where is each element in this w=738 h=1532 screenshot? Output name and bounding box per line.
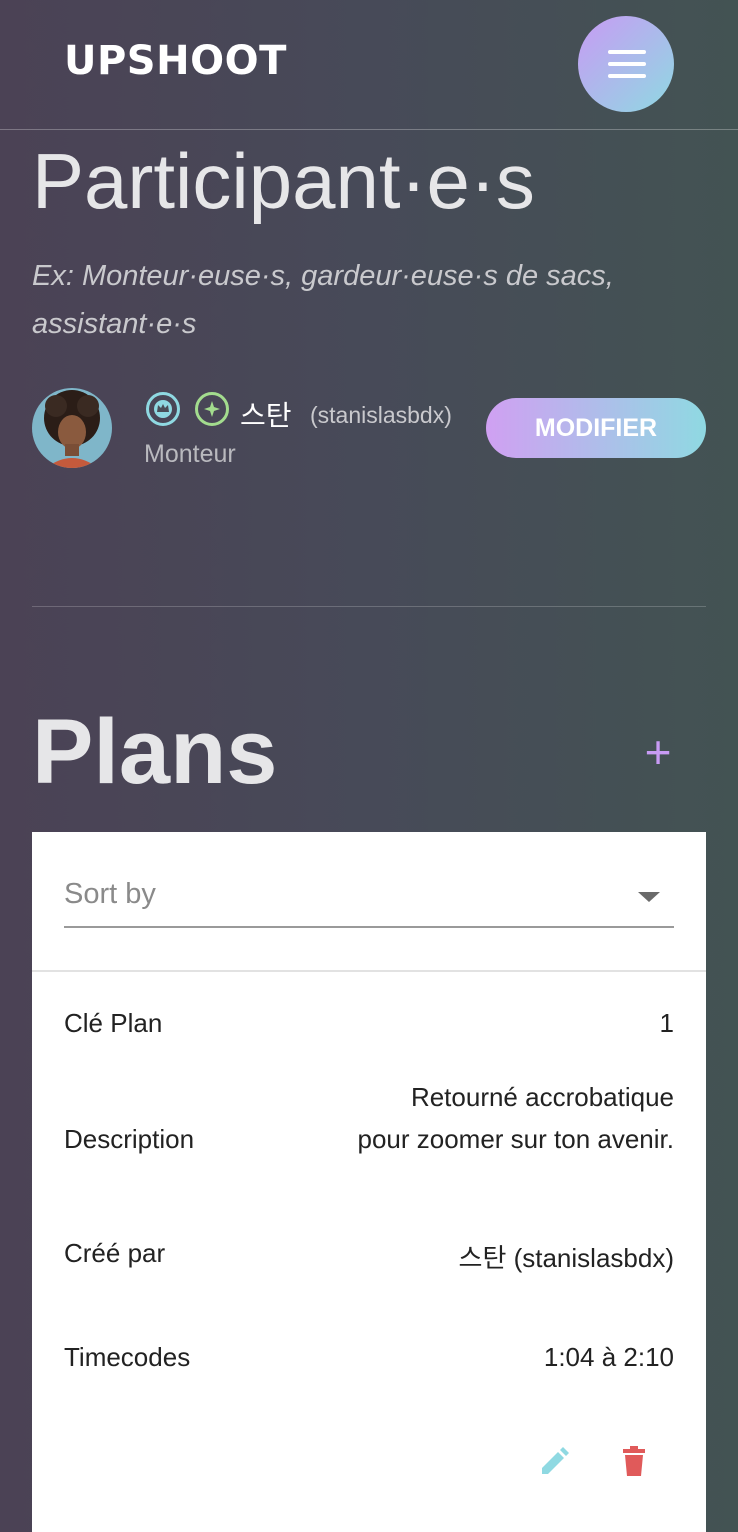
add-plan-button[interactable]: + [638, 729, 678, 775]
created-by-value: 스탄 (stanislasbdx) [458, 1243, 674, 1273]
created-by-label: Créé par [64, 1238, 166, 1268]
card-divider [32, 970, 706, 972]
app-header: UPSHOOT [0, 0, 738, 130]
sort-by-select[interactable]: Sort by [64, 872, 674, 928]
member-handle: (stanislasbdx) [310, 402, 452, 428]
member-name: 스탄 [240, 399, 292, 432]
app-logo[interactable]: UPSHOOT [64, 38, 287, 84]
sort-by-placeholder: Sort by [64, 878, 156, 910]
modifier-button[interactable]: MODIFIER [486, 398, 706, 458]
plans-title: Plans [32, 701, 278, 803]
plan-key-value: 1 [659, 1008, 674, 1038]
trash-icon[interactable] [616, 1444, 652, 1480]
timecodes-label: Timecodes [64, 1342, 191, 1372]
plan-key-label: Clé Plan [64, 1008, 163, 1038]
pencil-icon[interactable] [536, 1444, 572, 1480]
member-role: Monteur [144, 440, 236, 468]
sparkle-icon [195, 392, 229, 426]
description-value: Retourné accrobatique pour zoomer sur to… [357, 1082, 675, 1154]
chevron-down-icon [638, 892, 660, 902]
participants-title: Participant·e·s [32, 137, 535, 225]
participants-subtitle: Ex: Monteur·euse·s, gardeur·euse·s de sa… [32, 260, 614, 340]
section-divider [32, 606, 706, 607]
crown-icon [146, 392, 180, 426]
description-label: Description [64, 1124, 195, 1154]
avatar [32, 388, 112, 468]
timecodes-value: 1:04 à 2:10 [543, 1342, 674, 1372]
plans-card: Sort by Clé Plan 1 Description Retourné … [32, 832, 706, 1532]
menu-button[interactable] [578, 16, 674, 112]
